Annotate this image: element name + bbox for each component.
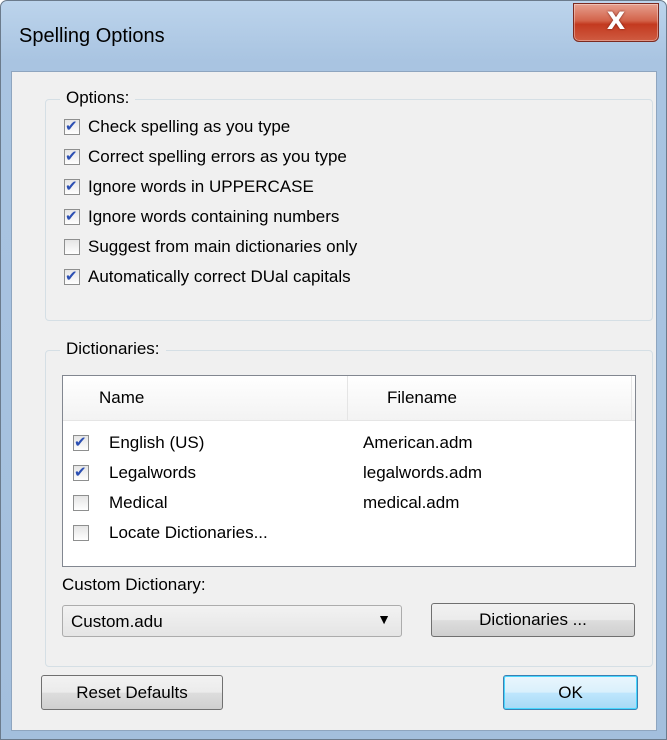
dual-capitals-checkbox[interactable] (64, 267, 80, 285)
list-item[interactable]: English (US) American.adm (63, 430, 635, 457)
option-label: Check spelling as you type (88, 117, 291, 136)
title-bar[interactable]: Spelling Options X (1, 1, 666, 71)
dialog-body: Options: Check spelling as you type Corr… (11, 71, 657, 731)
reset-defaults-label: Reset Defaults (76, 683, 188, 702)
column-header-name[interactable]: Name (99, 376, 144, 420)
option-ignore-uppercase[interactable]: Ignore words in UPPERCASE (64, 175, 314, 199)
option-check-spelling[interactable]: Check spelling as you type (64, 115, 290, 139)
window-title: Spelling Options (19, 25, 165, 47)
dictionary-filename: medical.adm (363, 493, 460, 512)
custom-dictionary-value: Custom.adu (71, 612, 163, 631)
option-label: Automatically correct DUal capitals (88, 267, 351, 286)
list-header: Name Filename (63, 376, 635, 421)
option-dual-capitals[interactable]: Automatically correct DUal capitals (64, 265, 351, 289)
dictionaries-group-title: Dictionaries: (60, 339, 166, 359)
list-item[interactable]: Medical medical.adm (63, 490, 635, 517)
dictionaries-button[interactable]: Dictionaries ... (431, 603, 635, 637)
list-item[interactable]: Legalwords legalwords.adm (63, 460, 635, 487)
options-group: Options: Check spelling as you type Corr… (45, 88, 653, 321)
option-label: Ignore words containing numbers (88, 207, 340, 226)
dictionary-checkbox[interactable] (73, 433, 89, 451)
option-label: Correct spelling errors as you type (88, 147, 347, 166)
options-group-title: Options: (60, 88, 136, 108)
option-label: Suggest from main dictionaries only (88, 237, 358, 256)
column-divider[interactable] (347, 376, 348, 420)
list-item[interactable]: Locate Dictionaries... (63, 520, 635, 547)
reset-defaults-button[interactable]: Reset Defaults (41, 675, 223, 710)
dictionary-checkbox[interactable] (73, 525, 89, 541)
dictionary-name: Medical (109, 493, 168, 512)
close-icon: X (606, 7, 626, 35)
dropdown-arrow-icon: ▼ (377, 611, 391, 627)
dictionaries-group: Dictionaries: Name Filename English (US)… (45, 339, 653, 667)
dictionary-name: Legalwords (109, 463, 196, 482)
check-spelling-checkbox[interactable] (64, 117, 80, 135)
dictionary-filename: legalwords.adm (363, 463, 483, 482)
column-header-filename[interactable]: Filename (387, 376, 457, 420)
close-button[interactable]: X (573, 3, 659, 42)
option-ignore-numbers[interactable]: Ignore words containing numbers (64, 205, 339, 229)
option-suggest-main-only[interactable]: Suggest from main dictionaries only (64, 235, 357, 259)
ignore-uppercase-checkbox[interactable] (64, 177, 80, 195)
dictionaries-list[interactable]: Name Filename English (US) American.adm … (62, 375, 636, 567)
suggest-main-only-checkbox[interactable] (64, 239, 80, 255)
dialog-window: Spelling Options X Options: Check spelli… (0, 0, 667, 740)
ok-label: OK (558, 683, 583, 702)
custom-dictionary-select[interactable]: Custom.adu ▼ (62, 605, 402, 637)
custom-dictionary-label: Custom Dictionary: (62, 575, 206, 594)
option-correct-spelling[interactable]: Correct spelling errors as you type (64, 145, 347, 169)
dictionary-name: English (US) (109, 433, 205, 452)
ok-button[interactable]: OK (503, 675, 638, 710)
column-divider[interactable] (631, 376, 632, 420)
dictionary-checkbox[interactable] (73, 463, 89, 481)
option-label: Ignore words in UPPERCASE (88, 177, 314, 196)
dictionary-name: Locate Dictionaries... (109, 523, 268, 542)
ignore-numbers-checkbox[interactable] (64, 207, 80, 225)
correct-spelling-checkbox[interactable] (64, 147, 80, 165)
dictionary-filename: American.adm (363, 433, 473, 452)
dictionaries-button-label: Dictionaries ... (479, 610, 587, 629)
dictionary-checkbox[interactable] (73, 495, 89, 511)
